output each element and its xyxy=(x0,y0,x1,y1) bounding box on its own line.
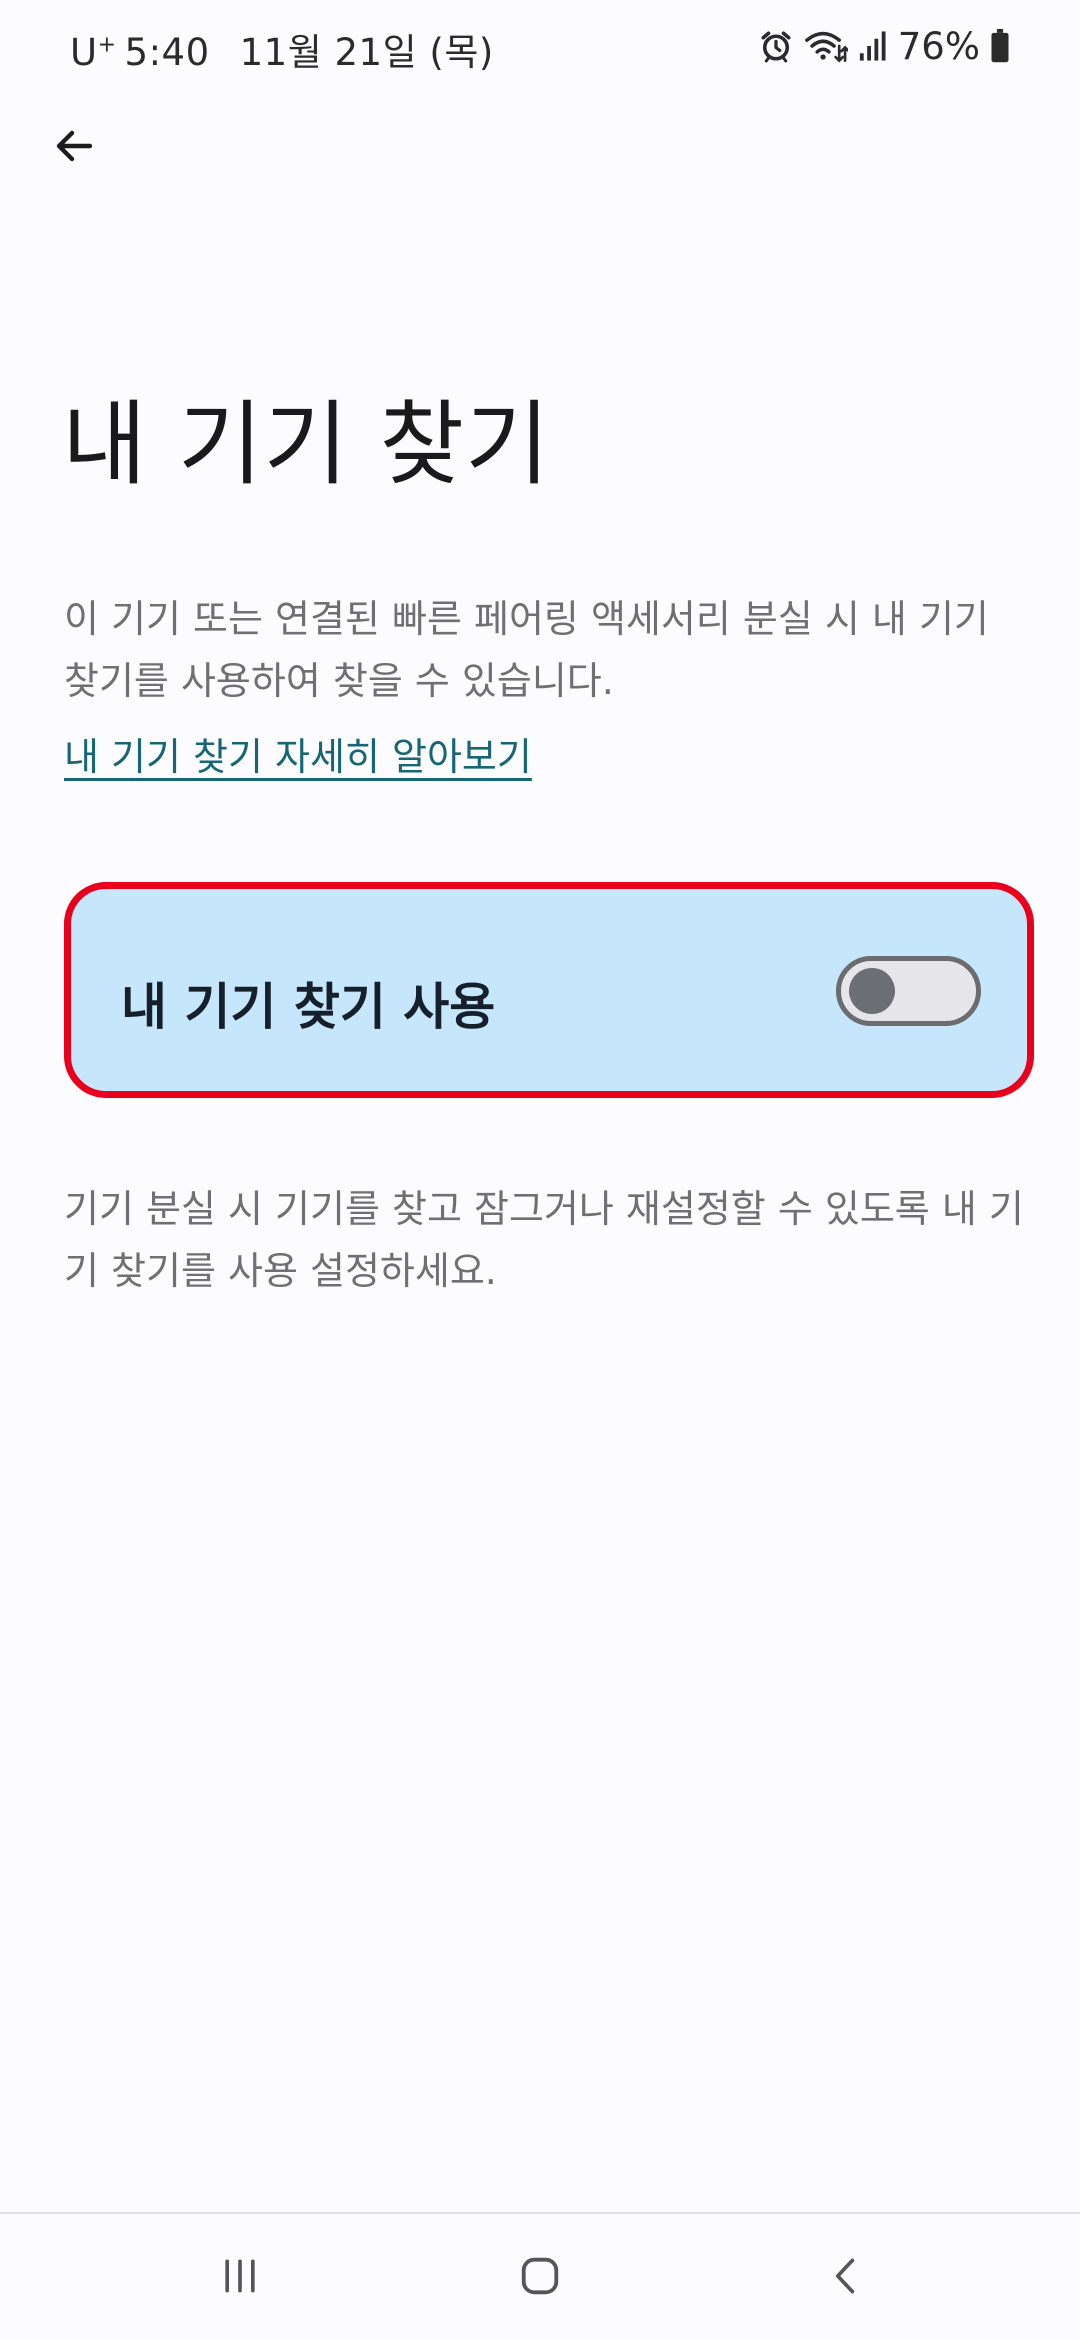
status-date: 11월 21일 (목) xyxy=(239,31,494,74)
helper-text: 기기 분실 시 기기를 찾고 잠그거나 재설정할 수 있도록 내 기기 찾기를 … xyxy=(64,1187,1024,1293)
battery-icon xyxy=(990,29,1010,63)
signal-icon xyxy=(858,30,888,62)
page-title: 내 기기 찾기 xyxy=(62,391,551,498)
status-right: 76% xyxy=(758,22,1010,70)
nav-back-button[interactable] xyxy=(806,2238,886,2318)
status-left: U+ 5:40 11월 21일 (목) xyxy=(70,22,494,76)
arrow-left-icon xyxy=(50,122,98,174)
switch-knob xyxy=(849,968,895,1014)
status-time: 5:40 xyxy=(124,31,210,74)
toggle-label: 내 기기 찾기 사용 xyxy=(121,978,496,1036)
navigation-bar xyxy=(0,2212,1080,2340)
carrier-label: U+ xyxy=(70,31,117,74)
screen: U+ 5:40 11월 21일 (목) 76% 내 기기 찾기 이 기기 또는 … xyxy=(0,0,1080,2340)
find-my-device-toggle-card[interactable]: 내 기기 찾기 사용 xyxy=(64,882,1034,1098)
back-button[interactable] xyxy=(38,112,110,184)
back-icon xyxy=(824,2254,868,2302)
alarm-icon xyxy=(758,28,794,64)
recents-button[interactable] xyxy=(200,2238,280,2318)
battery-percentage: 76% xyxy=(897,24,980,68)
page-description: 이 기기 또는 연결된 빠른 페어링 액세서리 분실 시 내 기기 찾기를 사용… xyxy=(64,597,989,703)
learn-more-link[interactable]: 내 기기 찾기 자세히 알아보기 xyxy=(64,726,532,781)
wifi-icon xyxy=(804,28,848,64)
home-button[interactable] xyxy=(500,2238,580,2318)
status-bar: U+ 5:40 11월 21일 (목) 76% xyxy=(0,0,1080,96)
recents-icon xyxy=(218,2254,262,2302)
find-my-device-switch[interactable] xyxy=(836,956,981,1026)
home-icon xyxy=(517,2253,563,2303)
